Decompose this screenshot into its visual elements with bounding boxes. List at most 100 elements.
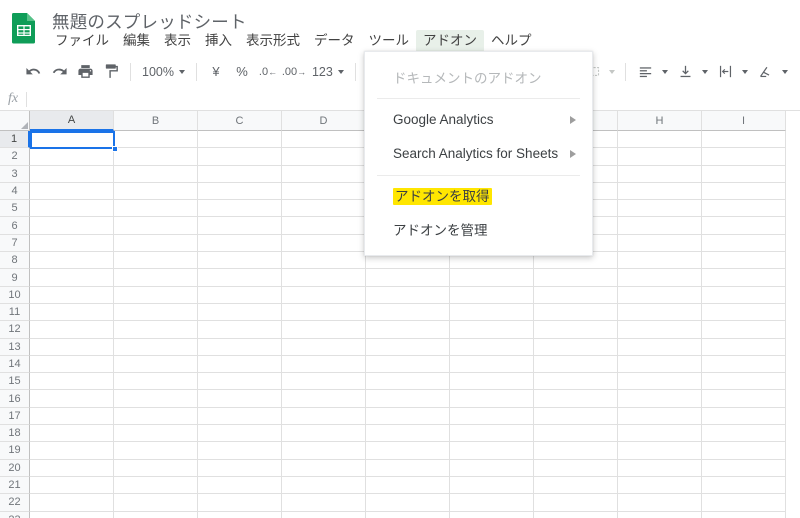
cell-G16[interactable] <box>534 390 618 408</box>
cell-I6[interactable] <box>702 217 786 235</box>
fill-handle[interactable] <box>112 146 118 153</box>
menu-view[interactable]: 表示 <box>157 30 198 52</box>
cell-B13[interactable] <box>114 338 198 356</box>
menu-file[interactable]: ファイル <box>48 30 116 52</box>
select-all-corner[interactable] <box>0 111 30 131</box>
row-header-3[interactable]: 3 <box>0 165 30 183</box>
row-header-21[interactable]: 21 <box>0 476 30 495</box>
row-header-16[interactable]: 16 <box>0 390 30 408</box>
cell-C14[interactable] <box>198 355 282 374</box>
cell-C18[interactable] <box>198 425 282 443</box>
row-header-20[interactable]: 20 <box>0 459 30 477</box>
cell-H20[interactable] <box>618 459 702 477</box>
menu-item-google-analytics[interactable]: Google Analytics <box>365 103 592 137</box>
cell-H1[interactable] <box>618 131 702 149</box>
cell-E16[interactable] <box>366 390 450 408</box>
text-wrap-icon[interactable] <box>712 59 738 85</box>
cell-H6[interactable] <box>618 217 702 235</box>
cell-E11[interactable] <box>366 303 450 322</box>
cell-C1[interactable] <box>198 131 282 149</box>
row-header-8[interactable]: 8 <box>0 252 30 270</box>
cell-H17[interactable] <box>618 407 702 426</box>
row-header-1[interactable]: 1 <box>0 131 30 149</box>
column-header-i[interactable]: I <box>702 111 786 131</box>
cell-C12[interactable] <box>198 321 282 339</box>
sheets-logo-icon[interactable] <box>10 12 38 44</box>
menu-item-manage-addons[interactable]: アドオンを管理 <box>365 214 592 248</box>
row-header-4[interactable]: 4 <box>0 182 30 201</box>
cell-I1[interactable] <box>702 131 786 149</box>
cell-B22[interactable] <box>114 494 198 512</box>
cell-D1[interactable] <box>282 131 366 149</box>
text-rotation-dropdown[interactable] <box>778 59 792 85</box>
cell-C11[interactable] <box>198 303 282 322</box>
cell-H18[interactable] <box>618 425 702 443</box>
menu-edit[interactable]: 編集 <box>116 30 157 52</box>
cell-H8[interactable] <box>618 252 702 270</box>
cell-E12[interactable] <box>366 321 450 339</box>
cell-C2[interactable] <box>198 148 282 166</box>
cell-D3[interactable] <box>282 165 366 183</box>
cell-A7[interactable] <box>30 234 114 253</box>
cell-I16[interactable] <box>702 390 786 408</box>
cell-C20[interactable] <box>198 459 282 477</box>
cell-I18[interactable] <box>702 425 786 443</box>
cell-D16[interactable] <box>282 390 366 408</box>
cell-D4[interactable] <box>282 182 366 201</box>
cell-C3[interactable] <box>198 165 282 183</box>
cell-B3[interactable] <box>114 165 198 183</box>
cell-G23[interactable] <box>534 511 618 518</box>
cell-A10[interactable] <box>30 286 114 304</box>
cell-F22[interactable] <box>450 494 534 512</box>
cell-G10[interactable] <box>534 286 618 304</box>
cell-A8[interactable] <box>30 252 114 270</box>
cell-E22[interactable] <box>366 494 450 512</box>
text-rotation-icon[interactable] <box>752 59 778 85</box>
cell-H21[interactable] <box>618 476 702 495</box>
cell-C5[interactable] <box>198 200 282 218</box>
row-header-15[interactable]: 15 <box>0 373 30 391</box>
cell-C22[interactable] <box>198 494 282 512</box>
cell-C7[interactable] <box>198 234 282 253</box>
cell-D5[interactable] <box>282 200 366 218</box>
cell-G21[interactable] <box>534 476 618 495</box>
cell-H9[interactable] <box>618 269 702 287</box>
row-header-10[interactable]: 10 <box>0 286 30 304</box>
cell-C13[interactable] <box>198 338 282 356</box>
cell-F14[interactable] <box>450 355 534 374</box>
cell-H3[interactable] <box>618 165 702 183</box>
cell-H22[interactable] <box>618 494 702 512</box>
cell-A21[interactable] <box>30 476 114 495</box>
cell-A5[interactable] <box>30 200 114 218</box>
currency-format-button[interactable]: ¥ <box>203 59 229 85</box>
cell-D15[interactable] <box>282 373 366 391</box>
cell-D23[interactable] <box>282 511 366 518</box>
cell-D18[interactable] <box>282 425 366 443</box>
cell-A20[interactable] <box>30 459 114 477</box>
cell-E14[interactable] <box>366 355 450 374</box>
cell-A1[interactable] <box>30 131 114 149</box>
cell-C4[interactable] <box>198 182 282 201</box>
cell-G11[interactable] <box>534 303 618 322</box>
cell-G18[interactable] <box>534 425 618 443</box>
cell-E19[interactable] <box>366 442 450 460</box>
cell-H12[interactable] <box>618 321 702 339</box>
cell-D17[interactable] <box>282 407 366 426</box>
cell-G12[interactable] <box>534 321 618 339</box>
cell-B18[interactable] <box>114 425 198 443</box>
horizontal-align-dropdown[interactable] <box>658 59 672 85</box>
row-header-5[interactable]: 5 <box>0 200 30 218</box>
cell-F20[interactable] <box>450 459 534 477</box>
cell-D13[interactable] <box>282 338 366 356</box>
cell-I3[interactable] <box>702 165 786 183</box>
menu-addons[interactable]: アドオン <box>416 30 484 52</box>
cell-C23[interactable] <box>198 511 282 518</box>
cell-F13[interactable] <box>450 338 534 356</box>
cell-G20[interactable] <box>534 459 618 477</box>
row-header-19[interactable]: 19 <box>0 442 30 460</box>
menu-item-search-analytics-for-sheets[interactable]: Search Analytics for Sheets <box>365 137 592 171</box>
cell-A19[interactable] <box>30 442 114 460</box>
number-format-selector[interactable]: 123 <box>307 59 349 85</box>
cell-I10[interactable] <box>702 286 786 304</box>
cell-H16[interactable] <box>618 390 702 408</box>
